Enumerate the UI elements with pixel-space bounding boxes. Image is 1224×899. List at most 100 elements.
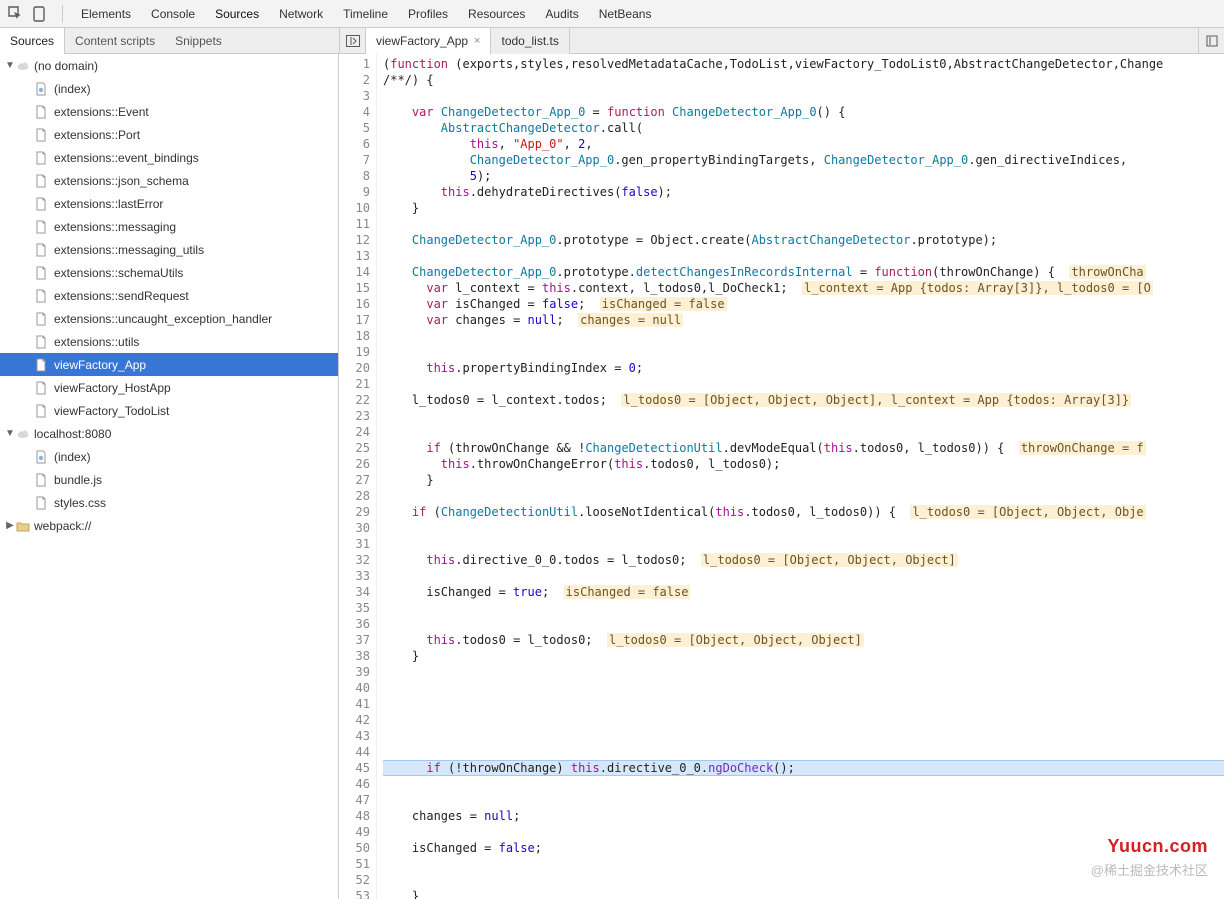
code-line[interactable]: [383, 680, 1224, 696]
code-line[interactable]: ChangeDetector_App_0.gen_propertyBinding…: [383, 152, 1224, 168]
tree-item[interactable]: extensions::Port: [0, 123, 338, 146]
code-line[interactable]: changes = null;: [383, 808, 1224, 824]
code-line[interactable]: [383, 664, 1224, 680]
sub-tab-snippets[interactable]: Snippets: [165, 28, 232, 54]
main-tab-audits[interactable]: Audits: [535, 0, 588, 28]
close-icon[interactable]: ×: [474, 35, 480, 47]
code-line[interactable]: this, "App_0", 2,: [383, 136, 1224, 152]
file-tab[interactable]: viewFactory_App×: [366, 28, 491, 54]
code-line[interactable]: [383, 696, 1224, 712]
tree-item-label: extensions::sendRequest: [54, 289, 189, 303]
code-line[interactable]: [383, 376, 1224, 392]
main-tab-console[interactable]: Console: [141, 0, 205, 28]
code-line[interactable]: ChangeDetector_App_0.prototype.detectCha…: [383, 264, 1224, 280]
code-line[interactable]: [383, 616, 1224, 632]
tree-item[interactable]: extensions::uncaught_exception_handler: [0, 307, 338, 330]
maximize-icon[interactable]: [1198, 28, 1224, 54]
tree-item[interactable]: extensions::event_bindings: [0, 146, 338, 169]
code-line[interactable]: var changes = null; changes = null: [383, 312, 1224, 328]
main-tab-network[interactable]: Network: [269, 0, 333, 28]
code-line[interactable]: [383, 488, 1224, 504]
tree-item[interactable]: extensions::schemaUtils: [0, 261, 338, 284]
code-line[interactable]: if (throwOnChange && !ChangeDetectionUti…: [383, 440, 1224, 456]
disclosure-triangle-icon[interactable]: ▼: [4, 428, 16, 439]
code-line[interactable]: this.propertyBindingIndex = 0;: [383, 360, 1224, 376]
code-line[interactable]: /**/) {: [383, 72, 1224, 88]
code-line[interactable]: [383, 792, 1224, 808]
code-line[interactable]: }: [383, 648, 1224, 664]
code-line[interactable]: [383, 408, 1224, 424]
code-line[interactable]: [383, 424, 1224, 440]
code-line[interactable]: [383, 856, 1224, 872]
main-tab-elements[interactable]: Elements: [71, 0, 141, 28]
file-tab[interactable]: todo_list.ts: [491, 28, 569, 54]
tree-group[interactable]: ▼localhost:8080: [0, 422, 338, 445]
tree-item[interactable]: extensions::Event: [0, 100, 338, 123]
code-line[interactable]: (function (exports,styles,resolvedMetada…: [383, 56, 1224, 72]
tree-item[interactable]: styles.css: [0, 491, 338, 514]
tree-group[interactable]: ▼(no domain): [0, 54, 338, 77]
code-line[interactable]: [383, 712, 1224, 728]
code-line[interactable]: this.dehydrateDirectives(false);: [383, 184, 1224, 200]
code-content[interactable]: (function (exports,styles,resolvedMetada…: [377, 54, 1224, 899]
code-line[interactable]: [383, 728, 1224, 744]
tree-group[interactable]: ▶webpack://: [0, 514, 338, 537]
code-line[interactable]: this.directive_0_0.todos = l_todos0; l_t…: [383, 552, 1224, 568]
tree-item[interactable]: extensions::lastError: [0, 192, 338, 215]
code-line[interactable]: [383, 88, 1224, 104]
code-line[interactable]: 5);: [383, 168, 1224, 184]
device-icon[interactable]: [30, 5, 48, 23]
inspect-icon[interactable]: [6, 5, 24, 23]
code-line[interactable]: [383, 216, 1224, 232]
code-line[interactable]: [383, 248, 1224, 264]
code-line[interactable]: }: [383, 888, 1224, 899]
main-tab-netbeans[interactable]: NetBeans: [589, 0, 662, 28]
code-line[interactable]: ChangeDetector_App_0.prototype = Object.…: [383, 232, 1224, 248]
tree-item[interactable]: viewFactory_App: [0, 353, 338, 376]
code-line[interactable]: var ChangeDetector_App_0 = function Chan…: [383, 104, 1224, 120]
code-line[interactable]: }: [383, 472, 1224, 488]
main-tab-timeline[interactable]: Timeline: [333, 0, 398, 28]
code-line[interactable]: [383, 824, 1224, 840]
main-tab-resources[interactable]: Resources: [458, 0, 535, 28]
code-line[interactable]: [383, 776, 1224, 792]
code-line[interactable]: [383, 744, 1224, 760]
disclosure-triangle-icon[interactable]: ▶: [4, 520, 16, 531]
code-line[interactable]: var l_context = this.context, l_todos0,l…: [383, 280, 1224, 296]
code-editor[interactable]: 1234567891011121314151617181920212223242…: [339, 54, 1224, 899]
code-line[interactable]: isChanged = true; isChanged = false: [383, 584, 1224, 600]
code-line[interactable]: if (ChangeDetectionUtil.looseNotIdentica…: [383, 504, 1224, 520]
sub-tab-sources[interactable]: Sources: [0, 28, 65, 54]
tree-item[interactable]: extensions::messaging: [0, 215, 338, 238]
code-line[interactable]: [383, 328, 1224, 344]
code-line[interactable]: AbstractChangeDetector.call(: [383, 120, 1224, 136]
code-line[interactable]: this.throwOnChangeError(this.todos0, l_t…: [383, 456, 1224, 472]
code-line[interactable]: isChanged = false;: [383, 840, 1224, 856]
tree-item[interactable]: extensions::messaging_utils: [0, 238, 338, 261]
code-line[interactable]: [383, 536, 1224, 552]
tree-item[interactable]: (index): [0, 445, 338, 468]
navigator-toggle-icon[interactable]: [340, 28, 366, 54]
tree-item[interactable]: viewFactory_HostApp: [0, 376, 338, 399]
tree-item[interactable]: extensions::utils: [0, 330, 338, 353]
code-line[interactable]: var isChanged = false; isChanged = false: [383, 296, 1224, 312]
main-tab-profiles[interactable]: Profiles: [398, 0, 458, 28]
tree-item[interactable]: bundle.js: [0, 468, 338, 491]
code-line[interactable]: [383, 344, 1224, 360]
main-tab-sources[interactable]: Sources: [205, 0, 269, 28]
navigator-sidebar[interactable]: ▼(no domain)(index)extensions::Eventexte…: [0, 54, 339, 899]
code-line[interactable]: }: [383, 200, 1224, 216]
code-line[interactable]: l_todos0 = l_context.todos; l_todos0 = […: [383, 392, 1224, 408]
code-line[interactable]: [383, 600, 1224, 616]
code-line[interactable]: [383, 872, 1224, 888]
disclosure-triangle-icon[interactable]: ▼: [4, 60, 16, 71]
sub-tab-content-scripts[interactable]: Content scripts: [65, 28, 165, 54]
tree-item[interactable]: (index): [0, 77, 338, 100]
code-line[interactable]: [383, 568, 1224, 584]
code-line[interactable]: [383, 520, 1224, 536]
code-line[interactable]: if (!throwOnChange) this.directive_0_0.n…: [383, 760, 1224, 776]
tree-item[interactable]: extensions::sendRequest: [0, 284, 338, 307]
tree-item[interactable]: extensions::json_schema: [0, 169, 338, 192]
code-line[interactable]: this.todos0 = l_todos0; l_todos0 = [Obje…: [383, 632, 1224, 648]
tree-item[interactable]: viewFactory_TodoList: [0, 399, 338, 422]
